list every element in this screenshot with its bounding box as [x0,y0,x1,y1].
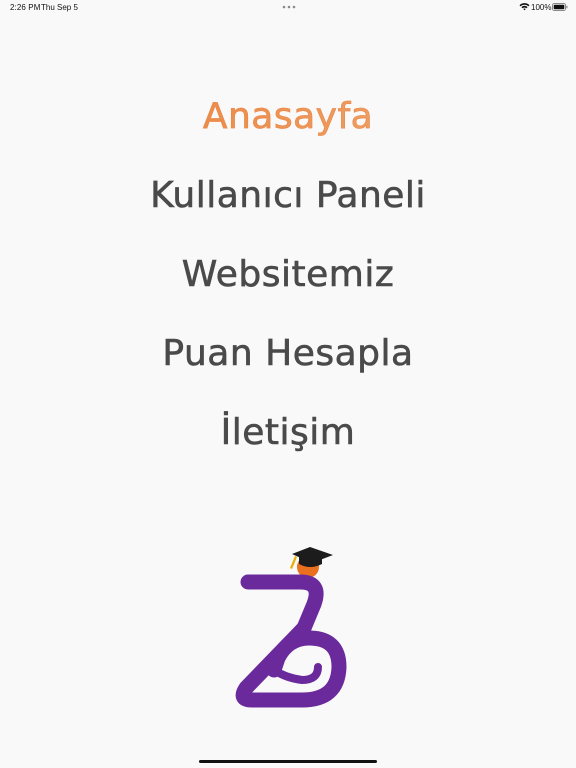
menu-item-anasayfa[interactable]: Anasayfa [0,86,576,165]
menu-item-iletisim[interactable]: İletişim [0,402,576,481]
main-menu: Anasayfa Kullanıcı Paneli Websitemiz Pua… [0,86,576,481]
home-indicator[interactable] [199,760,377,763]
multitasking-dots-icon[interactable] [282,5,296,9]
wifi-icon [519,3,530,11]
status-bar: 2:26 PM Thu Sep 5 100% [0,0,576,14]
battery-percent: 100% [531,3,552,12]
status-time: 2:26 PM [10,3,41,12]
battery-icon [552,3,568,11]
graduation-logo-icon [235,547,347,708]
menu-item-websitemiz[interactable]: Websitemiz [0,244,576,323]
status-date: Thu Sep 5 [41,3,78,12]
menu-item-kullanici-paneli[interactable]: Kullanıcı Paneli [0,165,576,244]
menu-item-puan-hesapla[interactable]: Puan Hesapla [0,323,576,402]
